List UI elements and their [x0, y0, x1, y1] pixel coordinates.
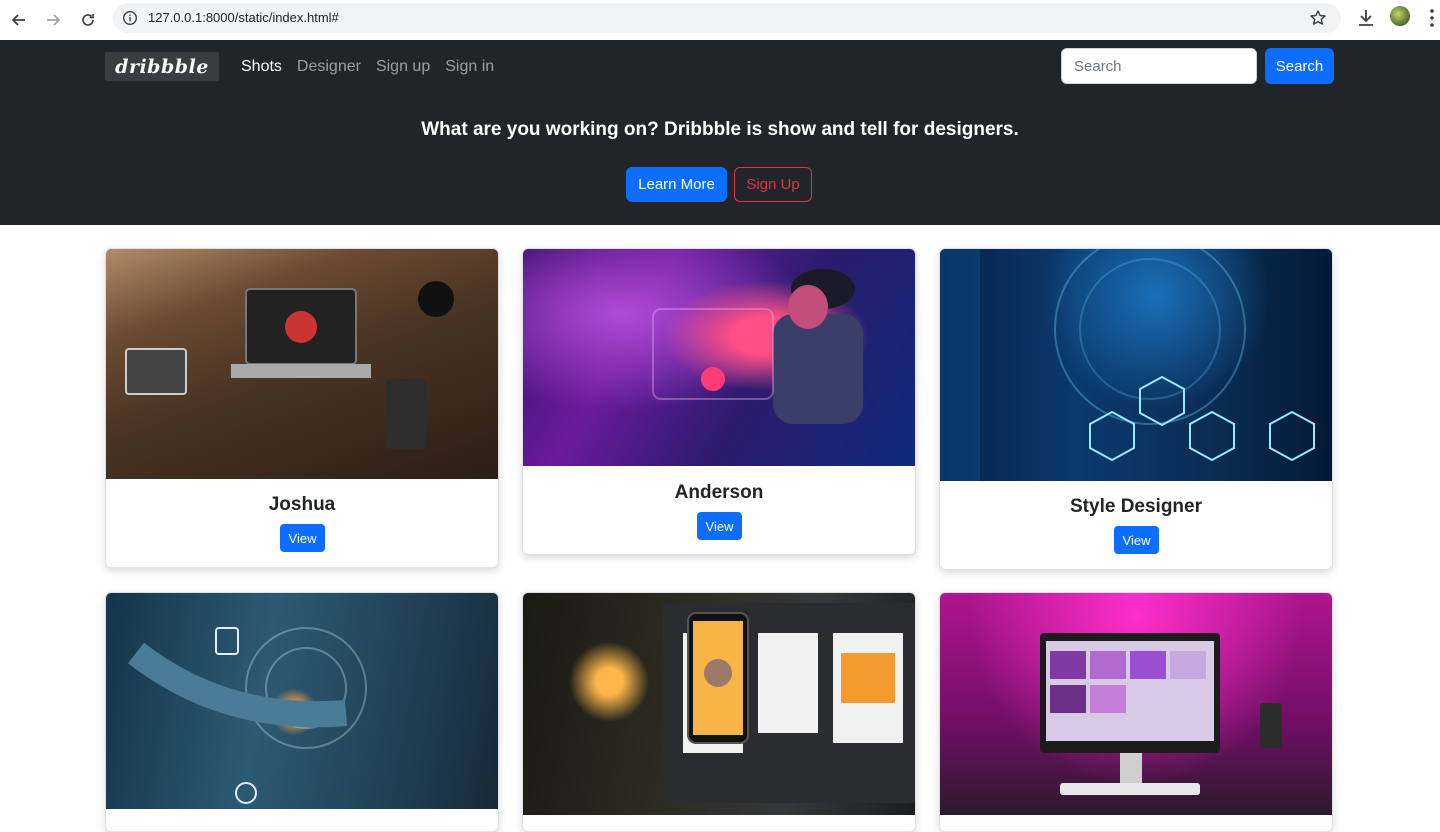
search-input[interactable] — [1061, 48, 1257, 84]
more-menu-icon[interactable] — [1424, 6, 1440, 30]
sign-up-button[interactable]: Sign Up — [734, 167, 812, 202]
shot-title: Anderson — [674, 482, 764, 503]
shot-image[interactable] — [106, 593, 498, 809]
browser-toolbar: 127.0.0.1:8000/static/index.html# — [0, 0, 1440, 40]
view-button[interactable]: View — [280, 524, 325, 552]
bookmark-star-icon[interactable] — [1308, 8, 1328, 28]
shot-card — [105, 592, 499, 832]
site-info-icon[interactable] — [122, 10, 138, 26]
nav-link-sign-in[interactable]: Sign in — [445, 58, 494, 76]
brand-logo-text: dribbble — [115, 55, 209, 78]
shot-title: Style Designer — [1070, 496, 1202, 517]
nav-link-shots[interactable]: Shots — [241, 58, 282, 76]
shot-card-anderson: Anderson View — [522, 248, 916, 555]
view-button[interactable]: View — [697, 512, 742, 540]
shot-image[interactable] — [940, 593, 1332, 815]
shot-card-joshua: Joshua View — [105, 248, 499, 568]
shot-image[interactable] — [523, 249, 915, 466]
shot-card — [939, 592, 1333, 832]
search-button[interactable]: Search — [1265, 48, 1334, 84]
url-text[interactable]: 127.0.0.1:8000/static/index.html# — [148, 10, 339, 25]
shot-card-style-designer: Style Designer View — [939, 248, 1333, 570]
shot-image[interactable] — [106, 249, 498, 479]
nav-link-designer[interactable]: Designer — [297, 58, 361, 76]
shot-image[interactable] — [523, 593, 915, 815]
shot-title: Joshua — [268, 494, 336, 515]
reload-icon[interactable] — [71, 3, 105, 37]
shot-image[interactable] — [940, 249, 1332, 481]
nav-links: Shots Designer Sign up Sign in — [241, 58, 509, 76]
back-arrow-icon[interactable] — [2, 3, 36, 37]
brand-logo[interactable]: dribbble — [105, 52, 219, 81]
download-icon[interactable] — [1353, 5, 1379, 31]
address-bar[interactable]: 127.0.0.1:8000/static/index.html# — [113, 3, 1341, 33]
profile-avatar[interactable] — [1390, 6, 1410, 26]
shot-card — [522, 592, 916, 832]
header-hero: dribbble Shots Designer Sign up Sign in … — [0, 40, 1440, 225]
forward-arrow-icon[interactable] — [36, 3, 70, 37]
hero-tagline: What are you working on? Dribbble is sho… — [421, 119, 1019, 140]
nav-link-sign-up[interactable]: Sign up — [376, 58, 430, 76]
learn-more-button[interactable]: Learn More — [626, 167, 727, 202]
view-button[interactable]: View — [1114, 526, 1159, 554]
